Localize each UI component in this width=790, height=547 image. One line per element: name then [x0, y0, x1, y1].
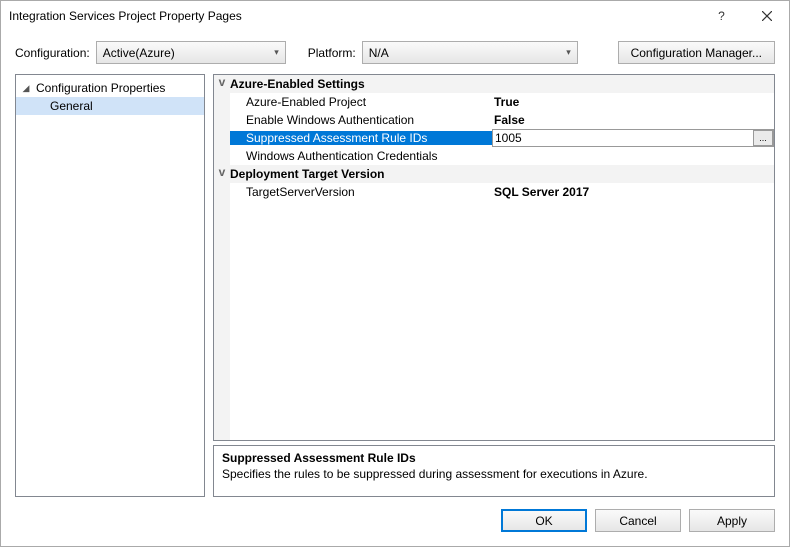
- collapse-icon[interactable]: v: [214, 165, 230, 183]
- platform-label: Platform:: [308, 46, 356, 60]
- right-pane: v Azure-Enabled Settings Azure-Enabled P…: [213, 74, 775, 497]
- prop-value[interactable]: SQL Server 2017: [492, 185, 774, 199]
- button-bar: OK Cancel Apply: [1, 499, 789, 546]
- cancel-button[interactable]: Cancel: [595, 509, 681, 532]
- category-label: Azure-Enabled Settings: [230, 77, 365, 91]
- dialog-window: Integration Services Project Property Pa…: [0, 0, 790, 547]
- prop-value[interactable]: True: [492, 95, 774, 109]
- description-panel: Suppressed Assessment Rule IDs Specifies…: [213, 445, 775, 497]
- category-label: Deployment Target Version: [230, 167, 384, 181]
- ok-button[interactable]: OK: [501, 509, 587, 532]
- configuration-dropdown[interactable]: Active(Azure) ▾: [96, 41, 286, 64]
- window-title: Integration Services Project Property Pa…: [9, 9, 699, 23]
- configuration-label: Configuration:: [15, 46, 90, 60]
- close-icon: [762, 11, 772, 21]
- configuration-manager-button[interactable]: Configuration Manager...: [618, 41, 775, 64]
- prop-suppressed-rule-ids[interactable]: Suppressed Assessment Rule IDs 1005 ...: [214, 129, 774, 147]
- prop-value[interactable]: False: [492, 113, 774, 127]
- description-text: Specifies the rules to be suppressed dur…: [222, 467, 766, 481]
- platform-dropdown[interactable]: N/A ▾: [362, 41, 578, 64]
- close-button[interactable]: [744, 1, 789, 31]
- category-azure-settings[interactable]: v Azure-Enabled Settings: [214, 75, 774, 93]
- dialog-body: ◢ Configuration Properties General v Azu…: [1, 74, 789, 499]
- prop-name: Enable Windows Authentication: [230, 113, 492, 127]
- titlebar: Integration Services Project Property Pa…: [1, 1, 789, 31]
- tree-expand-icon[interactable]: ◢: [20, 83, 32, 94]
- category-tree[interactable]: ◢ Configuration Properties General: [15, 74, 205, 497]
- prop-name: Windows Authentication Credentials: [230, 149, 492, 163]
- help-button[interactable]: ?: [699, 1, 744, 31]
- tree-item-general[interactable]: General: [16, 97, 204, 115]
- prop-target-server-version[interactable]: TargetServerVersion SQL Server 2017: [214, 183, 774, 201]
- collapse-icon[interactable]: v: [214, 75, 230, 93]
- apply-button[interactable]: Apply: [689, 509, 775, 532]
- config-bar: Configuration: Active(Azure) ▾ Platform:…: [1, 31, 789, 74]
- tree-item-label: General: [50, 99, 93, 113]
- prop-enable-windows-auth[interactable]: Enable Windows Authentication False: [214, 111, 774, 129]
- tree-root-label: Configuration Properties: [36, 81, 165, 95]
- prop-value[interactable]: 1005: [493, 131, 753, 145]
- chevron-down-icon: ▾: [566, 47, 571, 58]
- category-deployment-target[interactable]: v Deployment Target Version: [214, 165, 774, 183]
- description-title: Suppressed Assessment Rule IDs: [222, 451, 766, 465]
- prop-name: Azure-Enabled Project: [230, 95, 492, 109]
- property-grid-filler: [214, 201, 774, 440]
- configuration-value: Active(Azure): [103, 46, 175, 60]
- platform-value: N/A: [369, 46, 389, 60]
- ellipsis-icon: ...: [759, 133, 767, 143]
- prop-azure-enabled-project[interactable]: Azure-Enabled Project True: [214, 93, 774, 111]
- prop-name: Suppressed Assessment Rule IDs: [230, 131, 492, 145]
- prop-name: TargetServerVersion: [230, 185, 492, 199]
- tree-root-item[interactable]: ◢ Configuration Properties: [16, 79, 204, 97]
- chevron-down-icon: ▾: [274, 47, 279, 58]
- prop-value-editor[interactable]: 1005 ...: [492, 129, 774, 147]
- property-grid[interactable]: v Azure-Enabled Settings Azure-Enabled P…: [213, 74, 775, 441]
- ellipsis-button[interactable]: ...: [753, 130, 773, 146]
- prop-windows-auth-credentials[interactable]: Windows Authentication Credentials: [214, 147, 774, 165]
